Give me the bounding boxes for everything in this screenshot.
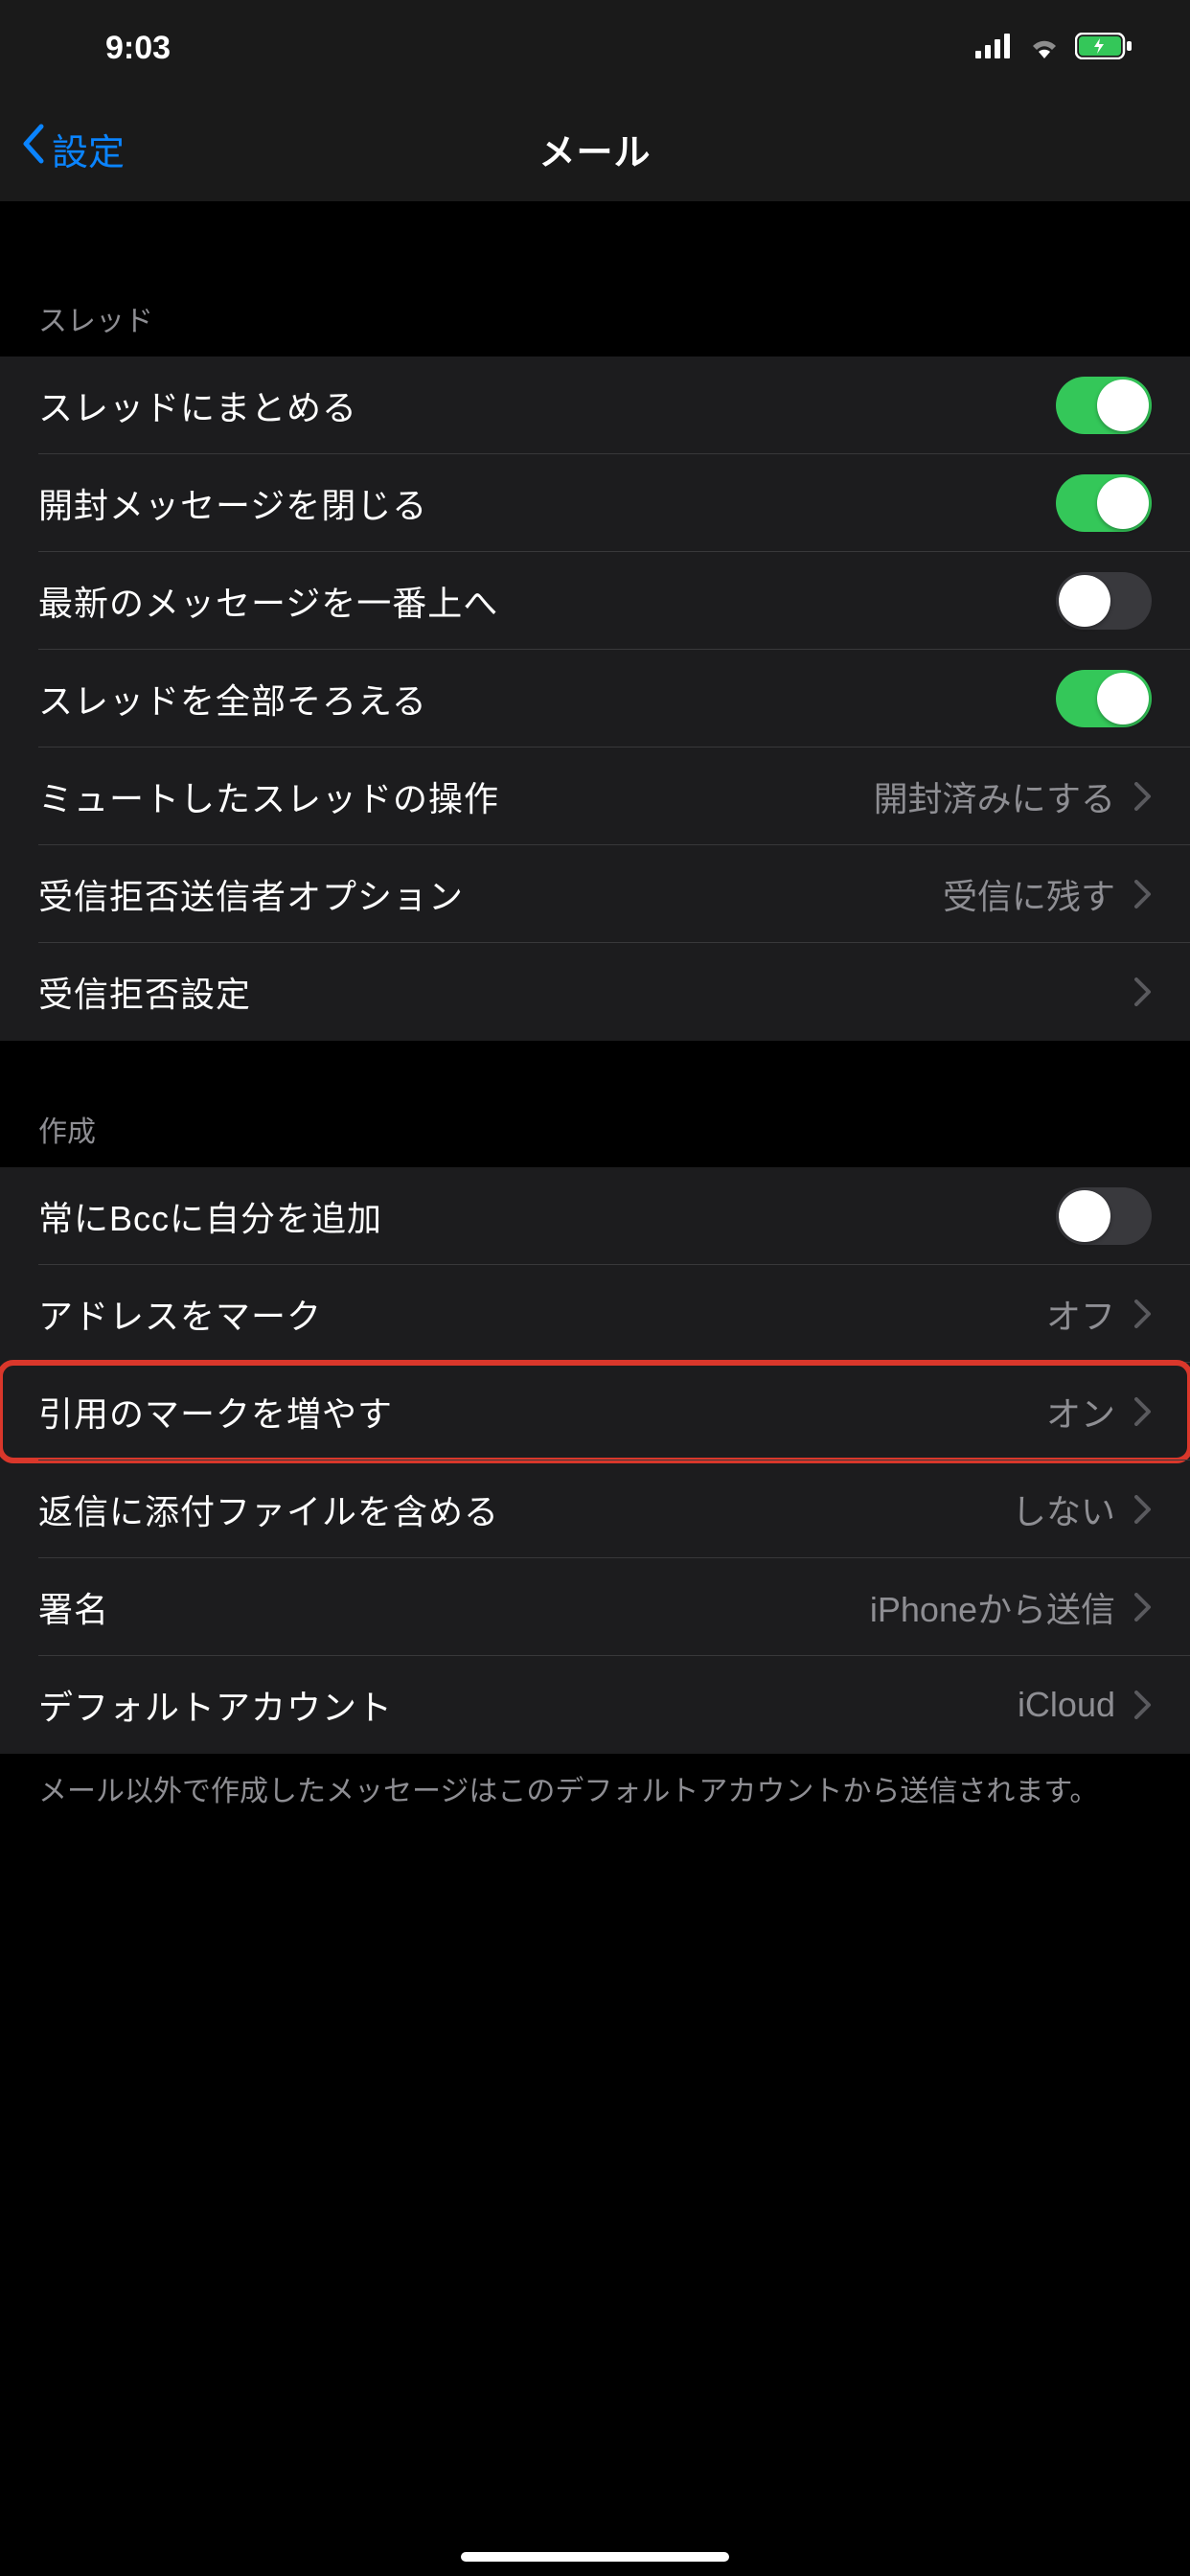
row-label: アドレスをマーク bbox=[38, 1289, 322, 1339]
status-time: 9:03 bbox=[105, 30, 171, 67]
row-label: スレッドを全部そろえる bbox=[38, 674, 427, 724]
row-value: オン bbox=[1046, 1387, 1115, 1437]
chevron-right-icon bbox=[1134, 782, 1152, 811]
row-value: しない bbox=[1012, 1484, 1115, 1534]
row-label: ミュートしたスレッドの操作 bbox=[38, 771, 499, 821]
settings-group-thread: スレッドにまとめる 開封メッセージを閉じる 最新のメッセージを一番上へ スレッド… bbox=[0, 356, 1190, 1041]
row-most-recent-on-top[interactable]: 最新のメッセージを一番上へ bbox=[0, 552, 1190, 650]
row-label: 開封メッセージを閉じる bbox=[38, 478, 427, 528]
navigation-bar: 設定 メール bbox=[0, 96, 1190, 201]
row-label: 引用のマークを増やす bbox=[38, 1387, 393, 1437]
row-signature[interactable]: 署名 iPhoneから送信 bbox=[0, 1558, 1190, 1656]
row-label: 常にBccに自分を追加 bbox=[38, 1191, 382, 1241]
back-button[interactable]: 設定 bbox=[19, 123, 125, 175]
row-value: 受信に残す bbox=[943, 869, 1115, 919]
battery-icon bbox=[1075, 33, 1133, 64]
row-blocked-sender-options[interactable]: 受信拒否送信者オプション 受信に残す bbox=[0, 845, 1190, 943]
row-label: スレッドにまとめる bbox=[38, 380, 357, 430]
switch-always-bcc-myself[interactable] bbox=[1056, 1187, 1152, 1245]
row-label: 最新のメッセージを一番上へ bbox=[38, 576, 498, 626]
home-indicator[interactable] bbox=[461, 2552, 729, 2562]
chevron-right-icon bbox=[1134, 880, 1152, 908]
wifi-icon bbox=[1027, 34, 1062, 63]
row-include-attachments[interactable]: 返信に添付ファイルを含める しない bbox=[0, 1460, 1190, 1558]
row-collapse-read[interactable]: 開封メッセージを閉じる bbox=[0, 454, 1190, 552]
status-icons bbox=[975, 33, 1133, 64]
row-value: iPhoneから送信 bbox=[870, 1582, 1115, 1632]
chevron-left-icon bbox=[19, 123, 48, 174]
switch-collapse-read[interactable] bbox=[1056, 474, 1152, 532]
row-label: 署名 bbox=[38, 1582, 109, 1632]
row-complete-threads[interactable]: スレッドを全部そろえる bbox=[0, 650, 1190, 748]
switch-complete-threads[interactable] bbox=[1056, 670, 1152, 727]
row-label: デフォルトアカウント bbox=[38, 1680, 393, 1730]
chevron-right-icon bbox=[1134, 978, 1152, 1006]
chevron-right-icon bbox=[1134, 1300, 1152, 1328]
page-title: メール bbox=[538, 123, 651, 175]
chevron-right-icon bbox=[1134, 1397, 1152, 1426]
row-increase-quote-level[interactable]: 引用のマークを増やす オン bbox=[0, 1363, 1190, 1460]
row-always-bcc-myself[interactable]: 常にBccに自分を追加 bbox=[0, 1167, 1190, 1265]
row-value: 開封済みにする bbox=[874, 771, 1115, 821]
section-header-compose: 作成 bbox=[0, 1041, 1190, 1167]
row-label: 受信拒否送信者オプション bbox=[38, 869, 464, 919]
row-organize-by-thread[interactable]: スレッドにまとめる bbox=[0, 356, 1190, 454]
row-value: iCloud bbox=[1018, 1685, 1115, 1725]
row-default-account[interactable]: デフォルトアカウント iCloud bbox=[0, 1656, 1190, 1754]
switch-most-recent-on-top[interactable] bbox=[1056, 572, 1152, 630]
cellular-icon bbox=[975, 34, 1014, 63]
section-header-thread: スレッド bbox=[0, 201, 1190, 356]
row-blocked-settings[interactable]: 受信拒否設定 bbox=[0, 943, 1190, 1041]
back-label: 設定 bbox=[52, 123, 125, 175]
chevron-right-icon bbox=[1134, 1690, 1152, 1719]
row-mark-addresses[interactable]: アドレスをマーク オフ bbox=[0, 1265, 1190, 1363]
chevron-right-icon bbox=[1134, 1495, 1152, 1524]
row-muted-thread-action[interactable]: ミュートしたスレッドの操作 開封済みにする bbox=[0, 748, 1190, 845]
section-footer-compose: メール以外で作成したメッセージはこのデフォルトアカウントから送信されます。 bbox=[0, 1754, 1190, 1823]
settings-group-compose: 常にBccに自分を追加 アドレスをマーク オフ 引用のマークを増やす オン 返信… bbox=[0, 1167, 1190, 1754]
chevron-right-icon bbox=[1134, 1593, 1152, 1622]
status-bar: 9:03 bbox=[0, 0, 1190, 96]
row-label: 返信に添付ファイルを含める bbox=[38, 1484, 499, 1534]
row-value: オフ bbox=[1046, 1289, 1115, 1339]
row-label: 受信拒否設定 bbox=[38, 967, 251, 1017]
switch-organize-by-thread[interactable] bbox=[1056, 377, 1152, 434]
